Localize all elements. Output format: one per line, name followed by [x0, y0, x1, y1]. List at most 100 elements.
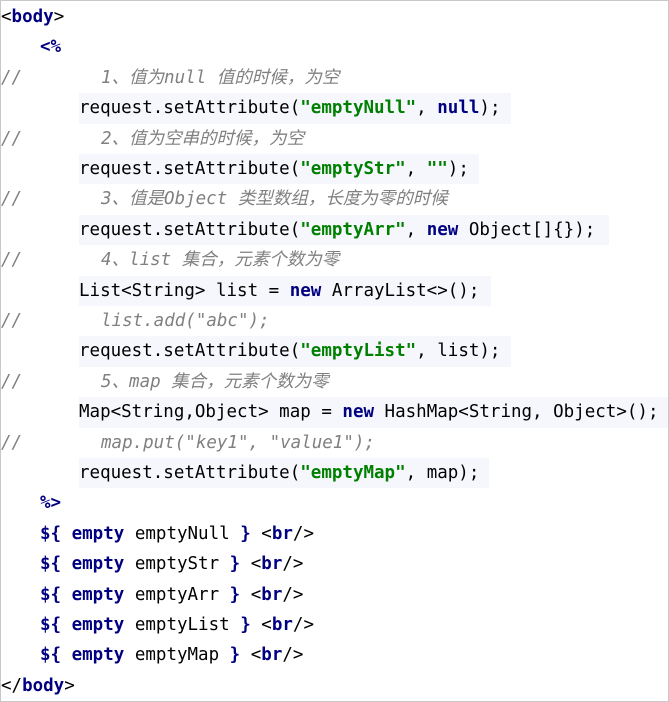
code-token: // — [1, 128, 23, 149]
code-line-4: request.setAttribute("emptyNull", null); — [79, 93, 511, 124]
code-token: , — [405, 219, 427, 240]
code-line-8: request.setAttribute("emptyArr", new Obj… — [79, 214, 609, 246]
code-token: ${ — [40, 615, 62, 635]
code-token: emptyMap — [124, 645, 230, 666]
code-token: empty — [61, 523, 125, 544]
code-token: < — [250, 523, 272, 544]
code-token: // — [1, 311, 23, 331]
code-token: </ — [1, 675, 23, 696]
code-token: request.setAttribute( — [79, 463, 301, 483]
code-token: > — [53, 7, 65, 27]
code-token: // — [1, 67, 23, 88]
code-token: request.setAttribute( — [79, 159, 301, 179]
code-token: 3、值是Object 类型数组，长度为零的时候 — [101, 189, 448, 210]
code-token: "emptyArr" — [300, 219, 406, 240]
code-token: "" — [426, 159, 448, 179]
code-token: } — [240, 615, 251, 635]
code-line-16: request.setAttribute("emptyMap", map); — [79, 458, 489, 489]
code-line-15: // map.put("key1", "value1"); — [1, 428, 391, 458]
code-token: Map<String,Object> map = — [79, 402, 343, 423]
code-line-17: %> — [40, 488, 61, 518]
code-token: } — [229, 645, 241, 666]
code-line-20: ${ empty emptyArr } <br/> — [40, 580, 303, 610]
code-token: /> — [292, 523, 314, 544]
code-token: list.add("abc"); — [101, 311, 270, 331]
code-token: null — [437, 98, 480, 119]
code-line-21: ${ empty emptyList } <br/> — [40, 610, 314, 640]
code-token: 2、值为空串的时候，为空 — [101, 128, 305, 149]
code-token: HashMap<String, Object>(); — [374, 402, 659, 423]
code-line-3: // 1、值为null 值的时候，为空 — [1, 63, 361, 93]
code-line-2: <% — [40, 32, 61, 62]
code-line-10: List<String> list = new ArrayList<>(); — [79, 275, 491, 306]
code-token: br — [271, 615, 293, 635]
code-token: // — [1, 432, 23, 453]
code-token: empty — [61, 584, 125, 605]
code-token: request.setAttribute( — [79, 98, 301, 119]
code-token: // — [1, 189, 23, 210]
code-token: } — [240, 523, 251, 544]
code-token: , map); — [405, 463, 480, 483]
code-token: emptyArr — [124, 584, 230, 605]
code-token: // — [1, 250, 23, 271]
code-token: map.put("key1", "value1"); — [101, 432, 375, 453]
code-token: new — [426, 219, 459, 240]
code-token: ); — [447, 159, 469, 179]
code-token: %> — [40, 493, 62, 514]
code-token: } — [229, 554, 241, 575]
code-token: body — [11, 7, 54, 27]
code-token: < — [250, 615, 272, 635]
code-token: br — [261, 584, 283, 605]
code-token: body — [22, 675, 65, 696]
code-token: br — [261, 554, 283, 575]
code-editor[interactable]: <body> <% //1、值为null 值的时候，为空 request.set… — [0, 0, 669, 702]
code-token: empty — [61, 645, 125, 666]
code-line-14: Map<String,Object> map = new HashMap<Str… — [79, 397, 668, 428]
code-token: request.setAttribute( — [79, 341, 301, 362]
code-line-23: </body> — [1, 671, 75, 701]
code-token: , — [405, 159, 427, 179]
code-token: < — [240, 554, 262, 575]
code-token: "emptyMap" — [300, 463, 406, 483]
code-token: Object[]{}); — [458, 219, 596, 240]
code-token: emptyNull — [124, 523, 241, 544]
code-token: ArrayList<>(); — [321, 280, 480, 301]
code-token: // — [1, 371, 23, 392]
code-token: /> — [292, 615, 314, 635]
code-token: ${ — [40, 645, 62, 666]
code-token: "emptyList" — [300, 341, 417, 362]
code-line-12: request.setAttribute("emptyList", list); — [79, 336, 511, 367]
code-line-6: request.setAttribute("emptyStr", ""); — [79, 154, 479, 185]
code-token: "emptyStr" — [300, 159, 406, 179]
code-line-19: ${ empty emptyStr } <br/> — [40, 549, 303, 579]
code-token: <% — [40, 37, 62, 58]
code-token: } — [229, 584, 241, 605]
code-token: emptyList — [124, 615, 241, 635]
code-token: ${ — [40, 523, 62, 544]
code-line-5: // 2、值为空串的时候，为空 — [1, 124, 361, 154]
code-line-9: // 4、list 集合，元素个数为零 — [1, 245, 361, 275]
code-line-18: ${ empty emptyNull } <br/> — [40, 519, 314, 549]
code-token: empty — [61, 615, 125, 635]
code-token: > — [64, 675, 75, 696]
code-token: new — [289, 280, 322, 301]
code-token: empty — [61, 554, 125, 575]
code-token: ${ — [40, 584, 62, 605]
code-line-11: // list.add("abc"); — [1, 306, 276, 336]
code-token: ); — [479, 98, 501, 119]
code-token: /> — [282, 554, 304, 575]
code-token: /> — [282, 584, 304, 605]
code-token: br — [271, 523, 293, 544]
code-token: ${ — [40, 554, 62, 575]
code-token: List<String> list = — [79, 280, 290, 301]
code-token: "emptyNull" — [300, 98, 417, 119]
code-token: < — [1, 7, 12, 27]
code-token: request.setAttribute( — [79, 219, 301, 240]
code-token: , list); — [416, 341, 501, 362]
code-token: < — [240, 645, 262, 666]
code-token: br — [261, 645, 283, 666]
code-line-1: <body> — [1, 2, 64, 32]
code-token: 1、值为null 值的时候，为空 — [101, 67, 340, 88]
code-token: 5、map 集合，元素个数为零 — [101, 371, 329, 392]
code-line-7: // 3、值是Object 类型数组，长度为零的时候 — [1, 184, 481, 214]
